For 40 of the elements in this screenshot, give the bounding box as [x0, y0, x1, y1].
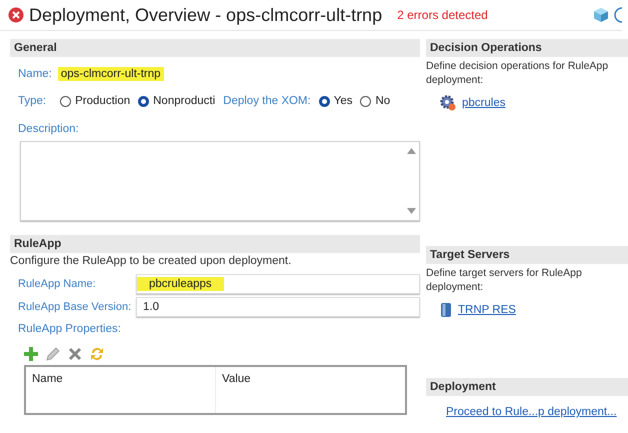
field-label: Deploy the XOM: [223, 95, 311, 107]
server-link[interactable]: TRNP RES [458, 304, 516, 316]
radio-button[interactable]: Production [60, 95, 130, 107]
section-description: Define decision operations for RuleApp deployment: [426, 59, 610, 87]
field-label: Type: [18, 95, 46, 107]
name-value: ops-clmcorr-ult-trnp [58, 67, 164, 81]
deployment-link[interactable]: Proceed to Rule...p deployment... [446, 406, 617, 418]
pencil-icon[interactable] [46, 347, 60, 361]
field-label: Name: [18, 68, 52, 80]
scroll-down-icon [406, 208, 416, 214]
section-description: Define target servers for RuleApp deployment: [426, 266, 583, 294]
field-label: Description: [17, 122, 79, 135]
operation-link[interactable]: pbcrules [462, 97, 506, 109]
section-header: Target Servers [426, 246, 628, 264]
field-label: RuleApp Name: [18, 278, 97, 290]
delete-icon[interactable] [68, 347, 82, 361]
column-header: Value [216, 366, 406, 414]
column-header: Name [25, 366, 216, 414]
scroll-up-icon [406, 148, 416, 154]
section-header: General [10, 39, 420, 57]
input-field[interactable]: 1.0 [136, 297, 420, 317]
cube-icon [593, 7, 609, 23]
field-label: RuleApp Base Version: [18, 301, 130, 313]
swap-icon[interactable] [90, 347, 104, 361]
radio-button[interactable]: Nonproducti [138, 95, 216, 107]
error-message: 2 errors detected [397, 8, 488, 22]
section-header: RuleApp [10, 235, 420, 253]
add-icon[interactable] [24, 347, 38, 361]
section-description: Configure the RuleApp to be created upon deployment. [10, 254, 292, 267]
radio-button[interactable]: No [360, 95, 390, 107]
window-title: Deployment, Overview - ops-clmcorr-ult-trnp [29, 4, 382, 26]
error-icon [8, 7, 24, 23]
section-header: Decision Operations [426, 39, 628, 57]
field-label: RuleApp Properties: [17, 322, 121, 335]
input-field[interactable]: pbcruleapps [136, 274, 420, 294]
description-field[interactable] [20, 141, 420, 221]
section-header: Deployment [426, 378, 628, 396]
gear-icon [440, 95, 456, 111]
radio-button[interactable]: Yes [318, 95, 352, 107]
server-icon [440, 302, 452, 318]
